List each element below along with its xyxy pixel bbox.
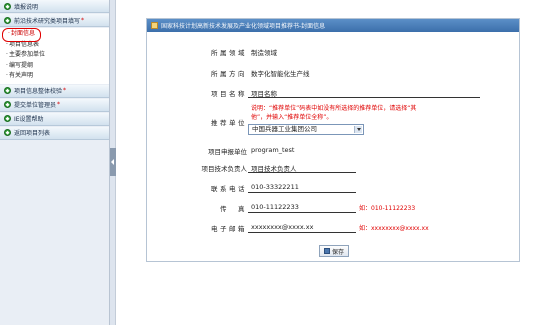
recommend-unit-select[interactable]: 中国兵器工业集团公司 — [248, 124, 364, 135]
nav-section-label: 返回项目列表 — [14, 130, 51, 137]
sidebar-item-outline[interactable]: ·编写提纲 — [0, 61, 109, 72]
phone-label: 联系电话 — [211, 185, 247, 193]
nav-section-label: IE设置帮助 — [14, 116, 44, 123]
fax-label: 传 真 — [220, 205, 247, 213]
collapse-handle-icon[interactable] — [110, 148, 116, 176]
applicant-unit-value: program_test — [251, 146, 295, 154]
recommend-unit-label: 推荐单位 — [211, 119, 247, 127]
direction-value: 数字化智能化生产线 — [251, 70, 310, 78]
form-icon — [151, 22, 158, 29]
nav-section-project-fill[interactable]: ◆ 前沿技术研究类项目填写 * — [0, 14, 109, 27]
nav-section-label: 填报说明 — [14, 3, 39, 11]
email-underline — [248, 232, 356, 233]
expand-icon: ◆ — [4, 129, 11, 136]
fax-input[interactable]: 010-11122233 — [251, 203, 299, 211]
panel-title: 国家科技计划高新技术发展及产业化领域项目推荐书-封面信息 — [161, 23, 326, 30]
required-star: * — [63, 87, 67, 94]
recommend-note: 说明：“推荐单位”码表中如没有所选择的推荐单位，请选择“其他”，并输入“推荐单位… — [251, 105, 417, 121]
tech-lead-label: 项目技术负责人 — [201, 165, 248, 173]
recommend-unit-value: 中国兵器工业集团公司 — [252, 125, 317, 133]
email-hint: 如：xxxxxxxx@xxxx.xx — [359, 225, 429, 232]
nav-section-back[interactable]: ◆ 返回项目列表 — [0, 126, 109, 140]
expand-icon: ◆ — [4, 2, 11, 10]
panel-title-bar: 国家科技计划高新技术发展及产业化领域项目推荐书-封面信息 — [147, 19, 519, 32]
nav-section-label: 前沿技术研究类项目填写 — [14, 17, 81, 25]
sidebar-splitter[interactable] — [110, 0, 116, 325]
direction-label: 所属方向 — [211, 70, 247, 78]
save-button[interactable]: 保存 — [319, 245, 349, 257]
project-name-label: 项目名称 — [211, 90, 247, 98]
sidebar-item-participants[interactable]: ·主要参加单位 — [0, 50, 109, 61]
nav-submenu: ·封面信息 ·项目信息表 ·主要参加单位 ·编写提纲 ·有关声明 — [0, 28, 109, 84]
nav-section-submit[interactable]: ◆ 提交单位管理员 * — [0, 98, 109, 112]
nav-section-instructions[interactable]: ◆ 填报说明 — [0, 0, 109, 13]
phone-underline — [248, 192, 356, 193]
domain-value: 制造领域 — [251, 49, 277, 57]
nav-section-label: 项目信息整体校验 — [14, 88, 63, 95]
cover-info-panel: 国家科技计划高新技术发展及产业化领域项目推荐书-封面信息 所属领域 制造领域 所… — [146, 18, 520, 262]
sidebar-item-declaration[interactable]: ·有关声明 — [0, 71, 109, 82]
sidebar-nav: ◆ 填报说明 ◆ 前沿技术研究类项目填写 * ·封面信息 ·项目信息表 ·主要参… — [0, 0, 110, 325]
expand-icon: ◆ — [4, 87, 11, 94]
fax-hint: 如：010-11122233 — [359, 205, 416, 212]
project-name-underline — [248, 97, 480, 98]
email-input[interactable]: xxxxxxxx@xxxx.xx — [251, 223, 313, 231]
expand-icon: ◆ — [4, 16, 11, 24]
phone-input[interactable]: 010-33322211 — [251, 183, 299, 191]
email-label: 电子邮箱 — [211, 225, 247, 233]
sidebar-item-cover-info[interactable]: ·封面信息 — [0, 28, 109, 42]
required-star: * — [81, 16, 85, 24]
tech-lead-underline — [248, 172, 356, 173]
nav-section-label: 提交单位管理员 — [14, 102, 57, 109]
nav-section-validate[interactable]: ◆ 项目信息整体校验 * — [0, 84, 109, 98]
required-star: * — [57, 101, 61, 108]
save-button-label: 保存 — [331, 248, 344, 256]
applicant-unit-label: 项目申报单位 — [208, 148, 247, 156]
chevron-down-icon[interactable] — [354, 126, 362, 133]
nav-section-ie-help[interactable]: ◆ IE设置帮助 — [0, 112, 109, 126]
expand-icon: ◆ — [4, 115, 11, 122]
expand-icon: ◆ — [4, 101, 11, 108]
save-disk-icon — [323, 248, 330, 254]
domain-label: 所属领域 — [211, 49, 247, 57]
fax-underline — [248, 212, 356, 213]
